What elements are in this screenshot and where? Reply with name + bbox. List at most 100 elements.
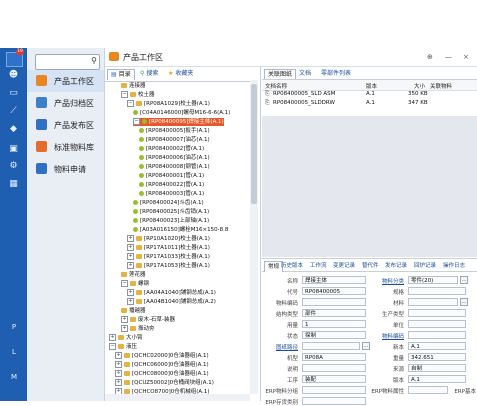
tree-node[interactable]: [RP08400005]扳手(A.1) [139,127,210,135]
browse-button[interactable]: ... [362,342,370,350]
module-item-archive[interactable]: 产品归档区 [27,92,104,114]
tree-node[interactable]: [RP08400025]斗齿销(A.1) [133,208,209,216]
tree-node[interactable]: [RP08400008]钢管(A.1) [139,163,210,171]
module-item-workspace[interactable]: 产品工作区 [27,70,104,92]
property-tab[interactable]: 工作流 [310,261,327,271]
module-item-request[interactable]: 物料申请 [27,158,104,180]
expand-icon[interactable]: + [115,370,122,377]
tree-node[interactable]: [RP08400022]管(A.1) [139,181,204,189]
scroll-thumb[interactable] [251,84,257,204]
tree-node[interactable]: + [AA04B1040]铺钢总成(A.2) [127,298,216,306]
collapse-icon[interactable]: − [121,280,128,287]
tab-parts-list[interactable]: 零部件列表 [318,69,354,79]
expand-icon[interactable]: + [115,379,122,386]
col-related[interactable]: 关联物料 [430,82,452,90]
field-input[interactable]: 零件(20) [408,276,458,284]
field-input[interactable]: 部件 [302,309,366,317]
tree-node[interactable]: + [RP17A1053]校土器(A.1) [127,262,210,270]
tree-node[interactable]: − [RP08400095]焊接主体(A.1) [133,118,224,126]
col-version[interactable]: 版本 [366,82,377,90]
field-input[interactable]: 自制 [408,364,466,372]
tree-node[interactable]: + 大小臂 [109,334,143,342]
module-search-input[interactable]: ⚲ [35,54,100,70]
field-input[interactable] [408,320,466,328]
tree-node[interactable]: + [RP17A1011]校土器(A.1) [127,244,210,252]
tree-node[interactable]: + [QCHC08000]0仓油器组(A.1) [115,370,209,378]
rail-letter-p[interactable]: P [8,323,20,331]
collapse-icon[interactable]: − [127,100,134,107]
tree-node[interactable]: [RP08400002]管(A.1) [139,145,204,153]
tree-node[interactable]: − 螺钢 [121,280,149,288]
apps-icon[interactable]: ▦ [7,179,20,190]
cube-icon[interactable]: ◆ [7,124,20,135]
expand-icon[interactable]: + [121,316,128,323]
pin-button[interactable]: ⊕ [427,53,433,61]
expand-icon[interactable]: + [115,352,122,359]
tree-node[interactable]: [RP08400023]上部轴(A.1) [133,217,209,225]
field-input[interactable]: RP08A [302,353,366,361]
module-item-library[interactable]: 标准物料库 [27,136,104,158]
rail-letter-m[interactable]: M [8,373,20,381]
field-input[interactable]: A.1 [408,375,466,383]
browse-button[interactable]: ... [460,276,468,284]
expand-icon[interactable]: + [127,244,134,251]
field-input[interactable]: 探制 [302,331,366,339]
field-input[interactable] [302,386,366,394]
user-icon[interactable]: ☻ [7,70,20,81]
module-item-publish[interactable]: 产品发布区 [27,114,104,136]
rail-letter-l[interactable]: L [8,348,20,356]
tree-node[interactable]: [RP08400006]油芯(A.1) [139,154,210,162]
tree-node[interactable]: [C04A0146000]螺母M16-6-6(A.1) [133,109,230,117]
gear-icon[interactable]: ⚙ [7,161,20,172]
property-tab[interactable]: 回炉记录 [414,261,436,271]
expand-icon[interactable]: + [127,235,134,242]
field-input[interactable] [408,287,466,295]
tree-node[interactable]: + [QCHC02000]0仓油器组(A.1) [115,352,209,360]
tree-node[interactable]: + 振动夯 [121,325,155,333]
tree-node[interactable]: + [RP10A1020]校土器(A.1) [127,235,210,243]
search-icon[interactable]: ⚲ [91,56,97,65]
field-input[interactable]: 342.651 [408,353,466,361]
collapse-icon[interactable]: − [133,118,140,125]
expand-icon[interactable]: + [127,262,134,269]
tree-node[interactable]: + [QCUZ50002]0仓桶阀块组(A.1) [115,379,214,387]
expand-icon[interactable]: + [121,325,128,332]
tree-node[interactable]: [RP08400024]斗齿(A.1) [133,199,204,207]
tree-scrollbar[interactable] [250,80,258,394]
expand-icon[interactable]: + [109,334,116,341]
table-row[interactable]: ⎘ RP08400005_SLD ASM A.1 350 KB [262,91,477,99]
property-tab[interactable]: 发布记录 [385,261,407,271]
tree-node[interactable]: − 校土器 [121,91,155,99]
field-input[interactable] [408,298,458,306]
expand-icon[interactable]: + [127,298,134,305]
chart-icon[interactable]: ⟋ [7,106,20,117]
tab-catalog[interactable]: ▤ 目录 [107,69,135,80]
expand-icon[interactable]: + [115,361,122,368]
field-input[interactable] [302,298,366,306]
field-input[interactable]: 1 [302,320,366,328]
tree-node[interactable]: [RP08400007]油芯(A.1) [139,136,210,144]
field-input[interactable]: 装配 [302,375,366,383]
field-input[interactable] [302,364,366,372]
browse-button[interactable]: ... [460,298,468,306]
field-label[interactable]: 物料分类 [370,277,404,285]
field-input[interactable] [408,331,466,339]
collapse-icon[interactable]: − [121,91,128,98]
tab-favorites[interactable]: ★ 收藏夹 [165,69,196,79]
tree-node[interactable]: 连接器 [121,82,146,90]
box-icon[interactable]: ▣ [7,144,20,155]
property-tab[interactable]: 操作日志 [443,261,465,271]
table-row[interactable]: ⎘ RP08400005_SLDDRW A.1 347 KB [262,100,477,108]
close-button[interactable]: × [463,53,469,61]
field-input[interactable] [302,397,366,405]
field-input[interactable]: RP08400005 [302,287,366,295]
property-tab[interactable]: 替代件 [362,261,379,271]
tree-hscrollbar[interactable] [105,394,250,401]
field-label[interactable]: 物料编码 [370,332,404,340]
tab-documents[interactable]: 文档 [296,69,314,79]
col-doc-name[interactable]: 文档名称 [265,82,287,90]
tree-node[interactable]: 莲花器 [121,271,146,279]
tree-node[interactable]: − 液压 [109,343,137,351]
col-size[interactable]: 大小 [414,82,425,90]
field-input[interactable] [302,342,360,350]
